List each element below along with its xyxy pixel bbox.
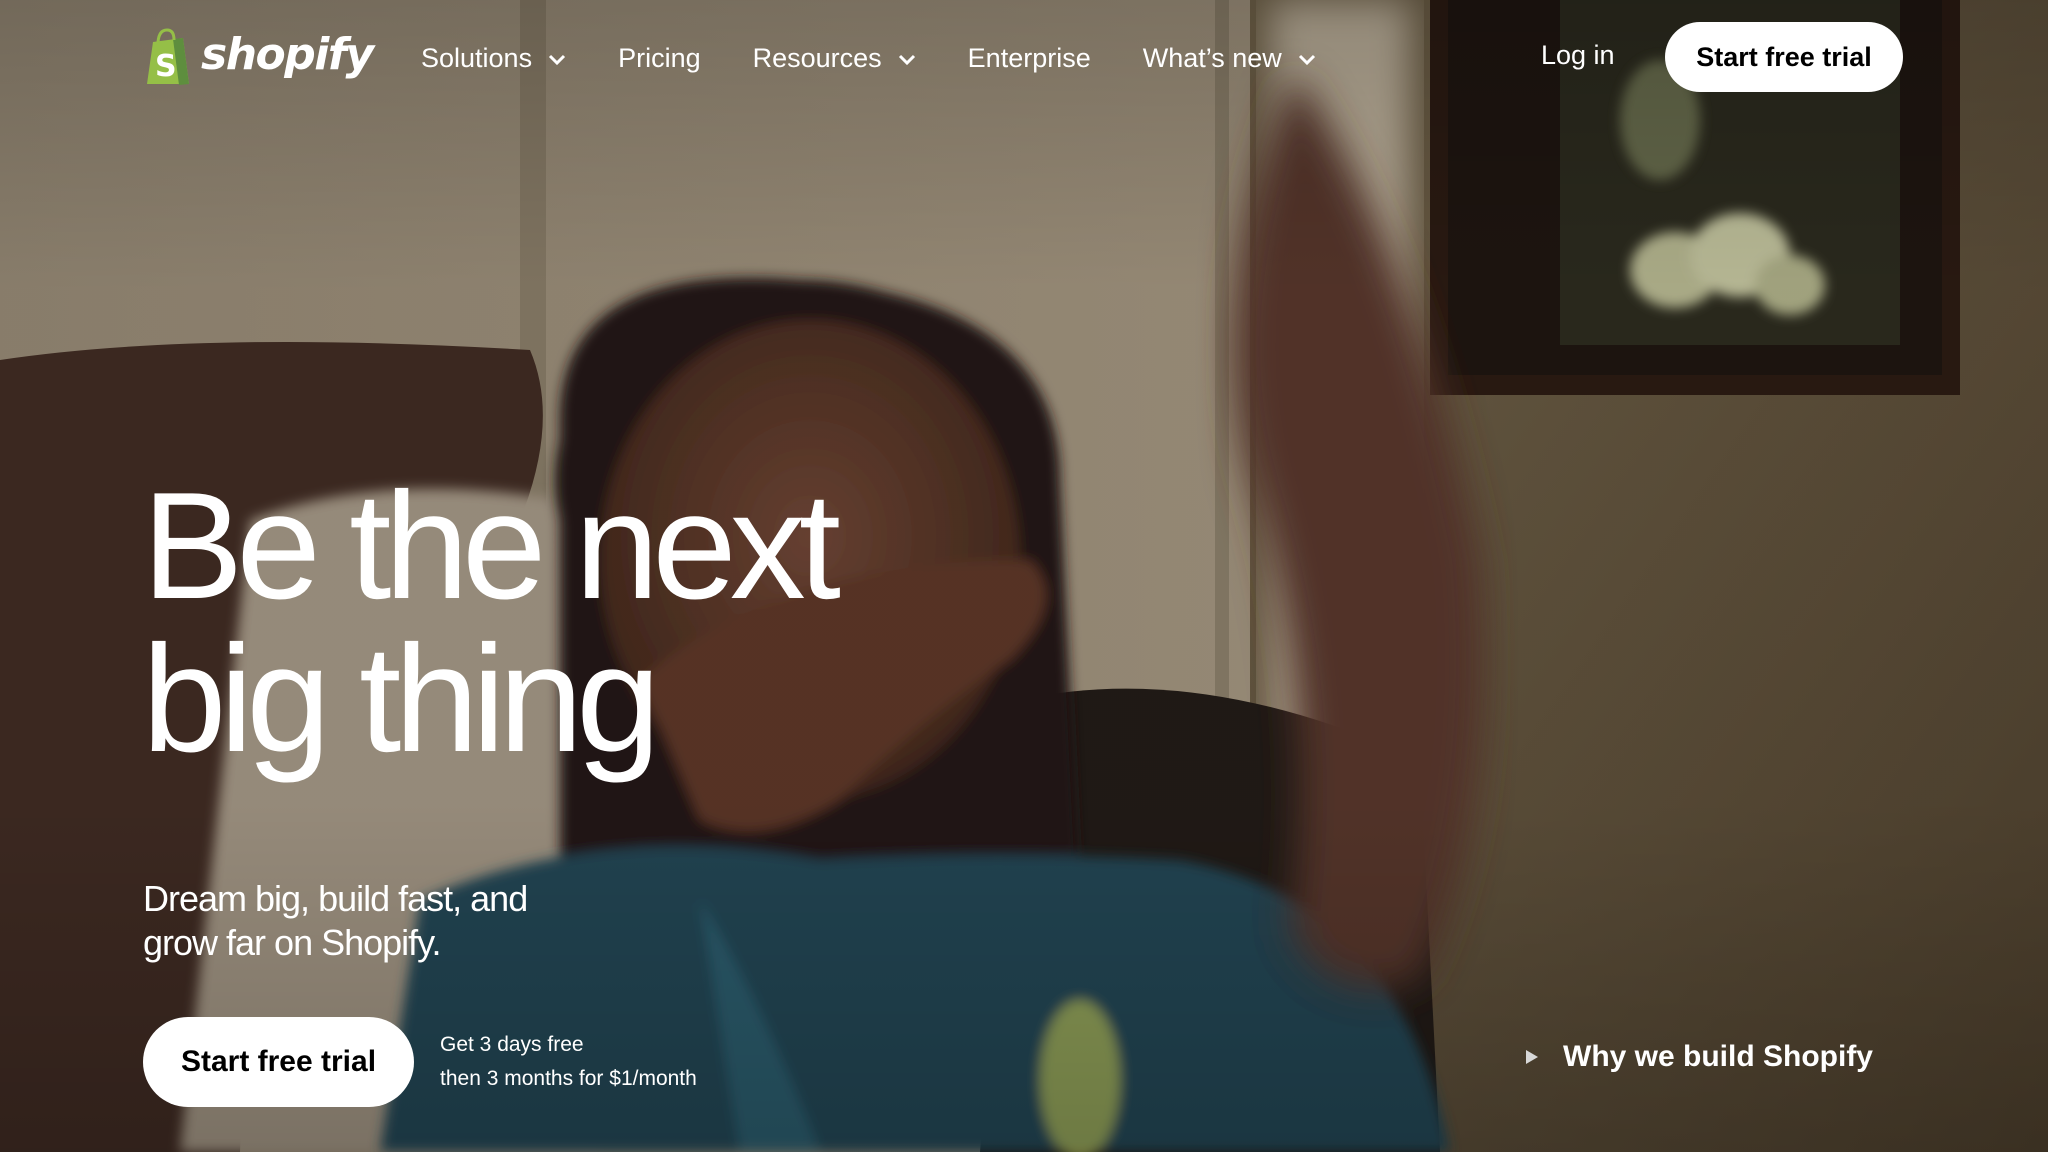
trial-offer-text: Get 3 days free then 3 months for $1/mon… (440, 1028, 697, 1096)
offer-line: Get 3 days free (440, 1033, 584, 1056)
nav-item-whats-new[interactable]: What’s new (1143, 43, 1316, 74)
offer-line: then 3 months for $1/month (440, 1067, 697, 1090)
nav-item-resources[interactable]: Resources (753, 43, 916, 74)
start-free-trial-button[interactable]: Start free trial (1665, 22, 1903, 92)
nav-item-label: Resources (752, 42, 882, 73)
hero-headline: Be the next big thing (142, 461, 841, 784)
chevron-down-icon (1298, 54, 1315, 66)
headline-line: big thing (142, 614, 661, 784)
nav-item-label: Enterprise (967, 42, 1091, 73)
subheading-line: Dream big, build fast, and (143, 878, 528, 919)
chevron-down-icon (898, 54, 915, 66)
login-link[interactable]: Log in (1541, 40, 1615, 71)
nav-menu: Solutions Pricing Resources Enterprise W… (421, 38, 1316, 78)
subheading-line: grow far on Shopify. (143, 922, 442, 963)
video-link-label: Why we build Shopify (1563, 1040, 1873, 1073)
shopify-logo[interactable]: S shopify (143, 28, 374, 86)
shopping-bag-icon: S (147, 28, 189, 85)
top-navigation: S shopify Solutions Pricing Resources En… (0, 0, 2048, 116)
chevron-down-icon (549, 54, 566, 66)
why-we-build-video-link[interactable]: Why we build Shopify (1525, 1040, 1873, 1074)
nav-item-label: Pricing (618, 42, 701, 73)
nav-item-enterprise[interactable]: Enterprise (968, 43, 1091, 74)
headline-line: Be the next (142, 461, 841, 631)
hero-start-free-trial-button[interactable]: Start free trial (143, 1017, 414, 1107)
nav-item-label: Solutions (421, 42, 533, 73)
nav-item-solutions[interactable]: Solutions (421, 43, 566, 74)
logo-wordmark: shopify (201, 29, 374, 80)
hero-section: S shopify Solutions Pricing Resources En… (0, 0, 2048, 1152)
nav-item-pricing[interactable]: Pricing (618, 43, 701, 74)
svg-text:S: S (155, 49, 177, 84)
hero-subheading: Dream big, build fast, and grow far on S… (143, 877, 603, 965)
nav-item-label: What’s new (1142, 42, 1282, 73)
play-icon (1526, 1050, 1538, 1064)
